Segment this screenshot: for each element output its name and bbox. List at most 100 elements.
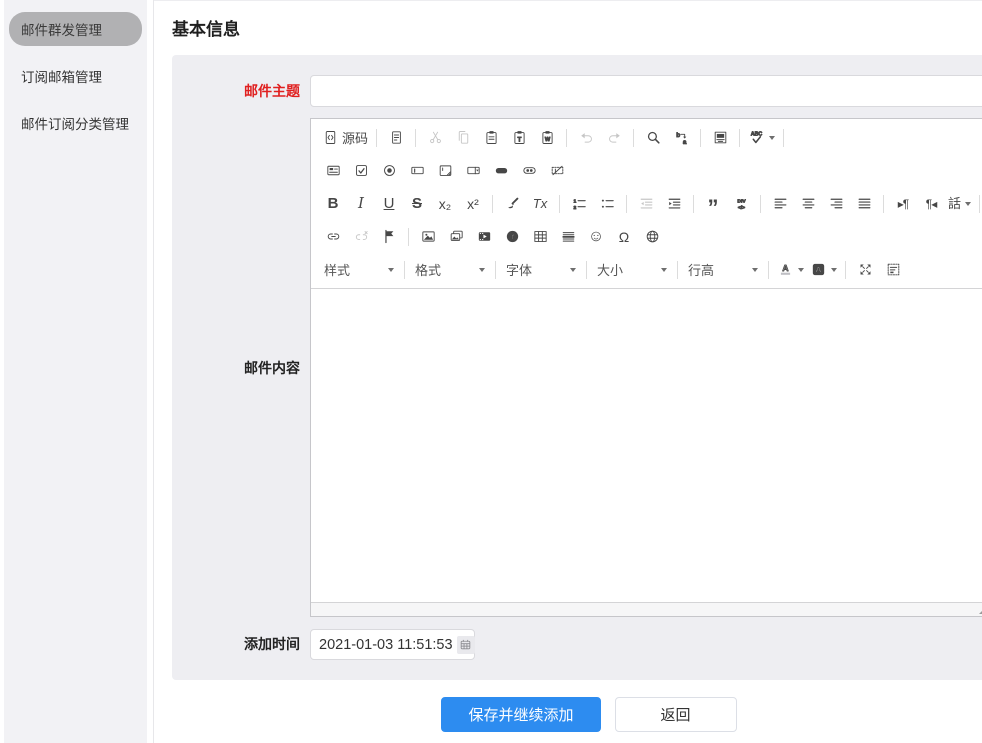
text-color-button[interactable] xyxy=(775,258,806,282)
time-row: 添加时间 2021-01-03 11:51:53 xyxy=(172,629,982,660)
line-height-combo[interactable]: 行高 xyxy=(683,258,763,282)
format-combo[interactable]: 格式 xyxy=(410,258,490,282)
source-button[interactable]: 源码 xyxy=(320,126,370,150)
text-direction-ltr-button[interactable]: ▸¶ xyxy=(890,192,916,216)
div-container-button[interactable] xyxy=(728,192,754,216)
button-field-button[interactable] xyxy=(488,159,514,183)
calendar-icon xyxy=(459,638,472,651)
main-content: 基本信息 邮件主题 邮件内容 源码BIUSx₂x²Tx”▸¶¶◂話☺Ω样式格式字… xyxy=(154,0,982,743)
font-combo[interactable]: 字体 xyxy=(501,258,581,282)
form-field-button[interactable] xyxy=(320,159,346,183)
editor-content-area[interactable] xyxy=(311,288,982,602)
spell-check-button[interactable] xyxy=(746,126,777,150)
table-icon xyxy=(532,228,549,245)
maximize-icon xyxy=(857,261,874,278)
save-and-continue-button[interactable]: 保存并继续添加 xyxy=(441,697,600,732)
select-field-button[interactable] xyxy=(460,159,486,183)
horizontal-rule-icon xyxy=(560,228,577,245)
editor-toolbar: 源码BIUSx₂x²Tx”▸¶¶◂話☺Ω样式格式字体大小行高 xyxy=(311,119,982,288)
paste-button[interactable] xyxy=(478,126,504,150)
flash-button[interactable] xyxy=(499,225,525,249)
smiley-button[interactable]: ☺ xyxy=(583,225,609,249)
underline-icon: U xyxy=(384,196,395,211)
source-label: 源码 xyxy=(342,128,368,147)
language-button[interactable]: 話 xyxy=(946,192,973,216)
text-direction-rtl-button[interactable]: ¶◂ xyxy=(918,192,944,216)
select-all-icon xyxy=(712,129,729,146)
toolbar-row: BIUSx₂x² Tx ” ▸¶ ¶◂話 xyxy=(315,187,982,220)
templates-button[interactable] xyxy=(383,126,409,150)
superscript-button[interactable]: x² xyxy=(460,192,486,216)
maximize-button[interactable] xyxy=(852,258,878,282)
rich-text-editor: 源码BIUSx₂x²Tx”▸¶¶◂話☺Ω样式格式字体大小行高 xyxy=(310,118,982,617)
video-button[interactable] xyxy=(471,225,497,249)
unlink-icon xyxy=(353,228,370,245)
format-combo-label: 格式 xyxy=(415,260,441,279)
link-button[interactable] xyxy=(320,225,346,249)
underline-button[interactable]: U xyxy=(376,192,402,216)
find-button[interactable] xyxy=(640,126,666,150)
align-justify-button[interactable] xyxy=(851,192,877,216)
calendar-button[interactable] xyxy=(457,636,475,654)
subscript-button[interactable]: x₂ xyxy=(432,192,458,216)
toolbar-separator xyxy=(415,129,416,147)
iframe-icon xyxy=(644,228,661,245)
paste-icon xyxy=(483,129,500,146)
checkbox-button[interactable] xyxy=(348,159,374,183)
strikethrough-button[interactable]: S xyxy=(404,192,430,216)
image-gallery-button[interactable] xyxy=(443,225,469,249)
show-blocks-button[interactable] xyxy=(880,258,906,282)
bold-button[interactable]: B xyxy=(320,192,346,216)
hidden-field-button[interactable] xyxy=(544,159,570,183)
image-button[interactable] xyxy=(415,225,441,249)
font-size-combo[interactable]: 大小 xyxy=(592,258,672,282)
select-all-button[interactable] xyxy=(707,126,733,150)
align-left-button[interactable] xyxy=(767,192,793,216)
datetime-input[interactable]: 2021-01-03 11:51:53 xyxy=(310,629,475,660)
sidebar-item-mail-subscribe-category-management[interactable]: 邮件订阅分类管理 xyxy=(9,106,142,140)
copy-formatting-icon xyxy=(504,195,521,212)
iframe-button[interactable] xyxy=(639,225,665,249)
paste-word-button[interactable] xyxy=(534,126,560,150)
back-button[interactable]: 返回 xyxy=(615,697,737,732)
paste-text-button[interactable] xyxy=(506,126,532,150)
text-field-button[interactable] xyxy=(404,159,430,183)
subject-input[interactable] xyxy=(310,75,982,107)
special-character-button[interactable]: Ω xyxy=(611,225,637,249)
numbered-list-button[interactable] xyxy=(566,192,592,216)
indent-button[interactable] xyxy=(661,192,687,216)
align-left-icon xyxy=(772,195,789,212)
align-right-button[interactable] xyxy=(823,192,849,216)
replace-button[interactable] xyxy=(668,126,694,150)
background-color-button[interactable] xyxy=(808,258,839,282)
link-icon xyxy=(325,228,342,245)
styles-combo[interactable]: 样式 xyxy=(319,258,399,282)
remove-format-button[interactable]: Tx xyxy=(527,192,553,216)
textarea-field-button[interactable] xyxy=(432,159,458,183)
toolbar-row: ☺Ω xyxy=(315,220,982,253)
italic-button[interactable]: I xyxy=(348,192,374,216)
find-icon xyxy=(645,129,662,146)
smiley-icon: ☺ xyxy=(588,229,604,245)
font-size-combo-label: 大小 xyxy=(597,260,623,279)
bulleted-list-button[interactable] xyxy=(594,192,620,216)
app-window: 邮件群发管理订阅邮箱管理邮件订阅分类管理 基本信息 邮件主题 邮件内容 源码BI… xyxy=(0,0,982,743)
image-button-button[interactable] xyxy=(516,159,542,183)
copy-formatting-button[interactable] xyxy=(499,192,525,216)
sidebar-item-subscribe-mailbox-management[interactable]: 订阅邮箱管理 xyxy=(9,59,142,93)
chevron-down-icon xyxy=(661,268,667,272)
sidebar-item-mail-bulk-management[interactable]: 邮件群发管理 xyxy=(9,12,142,46)
horizontal-rule-button[interactable] xyxy=(555,225,581,249)
radio-button-button[interactable] xyxy=(376,159,402,183)
anchor-button[interactable] xyxy=(376,225,402,249)
toolbar-separator xyxy=(760,195,761,213)
chevron-down-icon xyxy=(798,268,804,272)
form-field-icon xyxy=(325,162,342,179)
blockquote-button[interactable]: ” xyxy=(700,192,726,216)
table-button[interactable] xyxy=(527,225,553,249)
toolbar-separator xyxy=(677,261,678,279)
toolbar-separator xyxy=(626,195,627,213)
image-gallery-icon xyxy=(448,228,465,245)
text-direction-ltr-icon: ▸¶ xyxy=(898,198,908,210)
align-center-button[interactable] xyxy=(795,192,821,216)
